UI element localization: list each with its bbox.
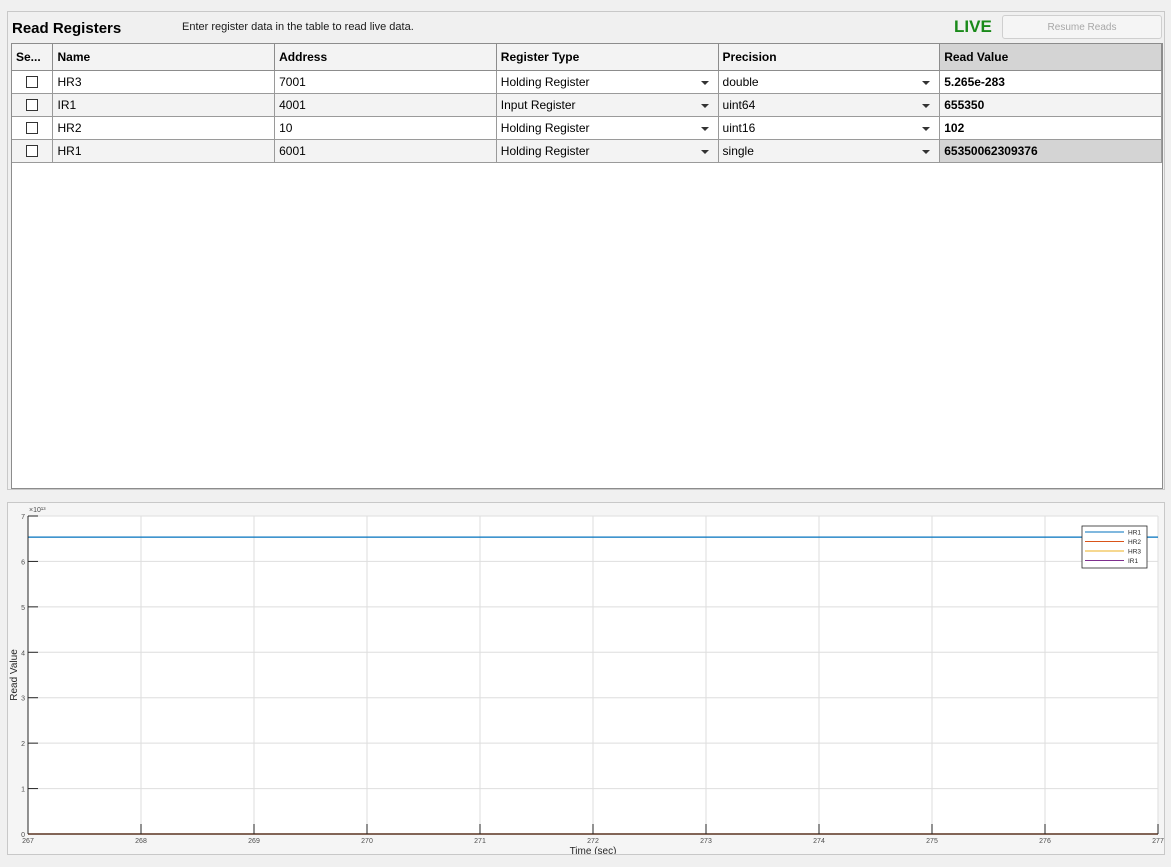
select-cell[interactable] xyxy=(12,139,54,163)
x-tick-label: 272 xyxy=(587,838,599,845)
name-cell[interactable]: HR2 xyxy=(52,116,276,140)
y-tick-label: 2 xyxy=(21,741,25,748)
address-cell[interactable]: 6001 xyxy=(274,139,497,163)
register-table: Se... Name Address Register Type Precisi… xyxy=(11,43,1163,489)
register-type-value: Holding Register xyxy=(500,120,590,135)
x-tick-label: 268 xyxy=(135,838,147,845)
plot-panel: 267 268 269 270 271 272 273 274 275 276 277 0 1 2 3 4 5 6… xyxy=(7,502,1165,855)
read-value-cell: 5.265e-283 xyxy=(939,70,1162,94)
x-tick-label: 267 xyxy=(22,838,34,845)
chevron-down-icon[interactable] xyxy=(922,126,931,131)
precision-dropdown[interactable]: double xyxy=(718,70,941,94)
y-axis-label: Read Value xyxy=(9,649,20,701)
chevron-down-icon[interactable] xyxy=(922,149,931,154)
y-tick-label: 1 xyxy=(21,787,25,794)
read-value-cell: 655350 xyxy=(939,93,1162,117)
select-cell[interactable] xyxy=(12,93,54,117)
legend-label: HR3 xyxy=(1128,549,1141,556)
column-header-read-value[interactable]: Read Value xyxy=(939,44,1162,71)
table-row: HR2 10 Holding Register uint16 102 xyxy=(12,116,1162,140)
chart-legend[interactable]: HR1 HR2 HR3 IR1 xyxy=(1081,525,1148,569)
x-tick-label: 277 xyxy=(1152,838,1164,845)
x-tick-label: 276 xyxy=(1039,838,1051,845)
register-type-dropdown[interactable]: Holding Register xyxy=(496,139,719,163)
y-tick-label: 7 xyxy=(21,514,25,521)
register-type-value: Input Register xyxy=(500,97,576,112)
row-checkbox[interactable] xyxy=(26,75,39,88)
select-cell[interactable] xyxy=(12,70,54,94)
precision-dropdown[interactable]: uint64 xyxy=(718,93,941,117)
x-tick-label: 273 xyxy=(700,838,712,845)
y-tick-label: 6 xyxy=(21,559,25,566)
table-header-row: Se... Name Address Register Type Precisi… xyxy=(12,44,1162,71)
select-cell[interactable] xyxy=(12,116,54,140)
resume-reads-button[interactable]: Resume Reads xyxy=(1002,15,1162,39)
precision-dropdown[interactable]: single xyxy=(718,139,941,163)
live-indicator: LIVE xyxy=(954,17,992,36)
panel-title: Read Registers xyxy=(12,20,122,37)
chevron-down-icon[interactable] xyxy=(700,80,709,85)
chevron-down-icon[interactable] xyxy=(700,149,709,154)
table-row: HR3 7001 Holding Register double 5.265e-… xyxy=(12,70,1162,94)
y-tick-label: 3 xyxy=(21,696,25,703)
column-header-address[interactable]: Address xyxy=(274,44,497,71)
chevron-down-icon[interactable] xyxy=(922,80,931,85)
legend-label: HR2 xyxy=(1128,539,1141,546)
read-registers-panel: Read Registers Enter register data in th… xyxy=(7,11,1165,490)
legend-label: HR1 xyxy=(1128,530,1141,537)
x-tick-label: 271 xyxy=(474,838,486,845)
read-value-plot[interactable]: 267 268 269 270 271 272 273 274 275 276 277 0 1 2 3 4 5 6… xyxy=(8,503,1164,854)
row-checkbox[interactable] xyxy=(26,144,39,157)
name-cell[interactable]: HR1 xyxy=(52,139,276,163)
read-value-cell: 102 xyxy=(939,116,1162,140)
name-cell[interactable]: HR3 xyxy=(52,70,276,94)
table-row: IR1 4001 Input Register uint64 655350 xyxy=(12,93,1162,117)
register-type-dropdown[interactable]: Input Register xyxy=(496,93,719,117)
precision-value: single xyxy=(722,143,754,158)
app-window: Read Registers Enter register data in th… xyxy=(0,0,1171,867)
y-tick-label: 4 xyxy=(21,650,25,657)
address-cell[interactable]: 10 xyxy=(274,116,497,140)
x-axis-label: Time (sec) xyxy=(570,846,617,854)
register-type-value: Holding Register xyxy=(500,143,590,158)
column-header-name[interactable]: Name xyxy=(52,44,276,71)
precision-value: uint64 xyxy=(722,97,756,112)
read-value-cell: 65350062309376 xyxy=(939,139,1162,163)
register-type-value: Holding Register xyxy=(500,74,590,89)
row-checkbox[interactable] xyxy=(26,121,39,134)
legend-label: IR1 xyxy=(1128,558,1139,565)
register-type-dropdown[interactable]: Holding Register xyxy=(496,70,719,94)
row-checkbox[interactable] xyxy=(26,98,39,111)
x-tick-label: 270 xyxy=(361,838,373,845)
x-tick-label: 269 xyxy=(248,838,260,845)
name-cell[interactable]: IR1 xyxy=(52,93,276,117)
chevron-down-icon[interactable] xyxy=(922,103,931,108)
x-tick-label: 275 xyxy=(926,838,938,845)
address-cell[interactable]: 4001 xyxy=(274,93,497,117)
precision-dropdown[interactable]: uint16 xyxy=(718,116,941,140)
table-row: HR1 6001 Holding Register single 6535006… xyxy=(12,139,1162,163)
precision-value: uint16 xyxy=(722,120,756,135)
x-tick-label: 274 xyxy=(813,838,825,845)
chevron-down-icon[interactable] xyxy=(700,126,709,131)
y-exponent-label: ×10¹³ xyxy=(29,507,46,514)
column-header-precision[interactable]: Precision xyxy=(718,44,941,71)
address-cell[interactable]: 7001 xyxy=(274,70,497,94)
y-tick-label: 5 xyxy=(21,605,25,612)
column-header-register-type[interactable]: Register Type xyxy=(496,44,719,71)
precision-value: double xyxy=(722,74,759,89)
column-header-select[interactable]: Se... xyxy=(12,44,54,71)
chevron-down-icon[interactable] xyxy=(700,103,709,108)
register-type-dropdown[interactable]: Holding Register xyxy=(496,116,719,140)
panel-instructions: Enter register data in the table to read… xyxy=(182,21,414,33)
y-tick-label: 0 xyxy=(21,832,25,839)
